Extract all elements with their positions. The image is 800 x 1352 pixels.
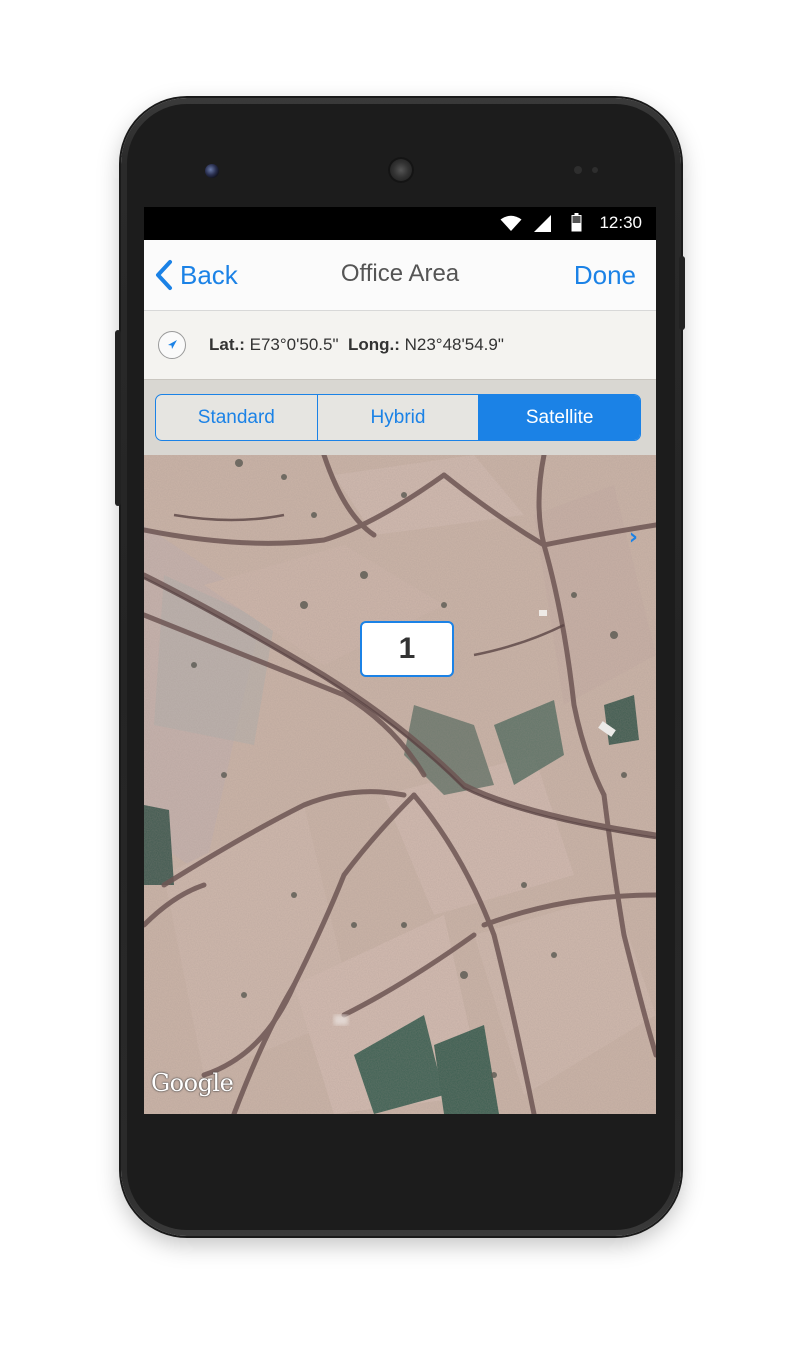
proximity-sensor	[574, 166, 582, 174]
locate-me-button[interactable]	[158, 331, 186, 359]
power-button	[679, 256, 685, 330]
status-time: 12:30	[599, 213, 642, 232]
map-type-hybrid[interactable]: Hybrid	[316, 395, 479, 440]
status-bar: 12:30	[144, 207, 656, 240]
long-value: N23°48'54.9"	[404, 335, 504, 354]
coordinates-text: Lat.: E73°0'50.5" Long.: N23°48'54.9"	[209, 335, 504, 355]
map-expand-chevron-icon[interactable]: ›	[629, 525, 638, 550]
map-type-segmented-control: Standard Hybrid Satellite	[155, 394, 641, 441]
satellite-map[interactable]: › 1 Google	[144, 455, 656, 1114]
lat-value: E73°0'50.5"	[249, 335, 339, 354]
map-type-bar: Standard Hybrid Satellite	[144, 380, 656, 455]
lat-label: Lat.:	[209, 335, 245, 354]
navigation-bar: Back Office Area Done	[144, 240, 656, 311]
battery-icon	[571, 213, 582, 232]
front-camera	[205, 164, 219, 178]
light-sensor	[592, 167, 598, 173]
map-type-standard[interactable]: Standard	[156, 395, 317, 440]
map-type-satellite[interactable]: Satellite	[478, 395, 640, 440]
volume-button	[115, 330, 121, 506]
coordinates-bar: Lat.: E73°0'50.5" Long.: N23°48'54.9"	[144, 311, 656, 380]
map-marker-callout[interactable]: 1	[360, 621, 454, 677]
long-label: Long.:	[347, 335, 400, 354]
signal-icon	[534, 215, 551, 232]
wifi-icon	[500, 215, 522, 231]
satellite-imagery	[144, 455, 656, 1114]
screen: 12:30 Back Office Area Done Lat.: E73°0'…	[144, 207, 656, 1114]
earpiece-speaker	[388, 157, 414, 183]
location-arrow-icon	[167, 339, 177, 349]
google-attribution: Google	[151, 1069, 234, 1097]
marker-label: 1	[398, 632, 416, 665]
done-button[interactable]: Done	[574, 260, 636, 291]
